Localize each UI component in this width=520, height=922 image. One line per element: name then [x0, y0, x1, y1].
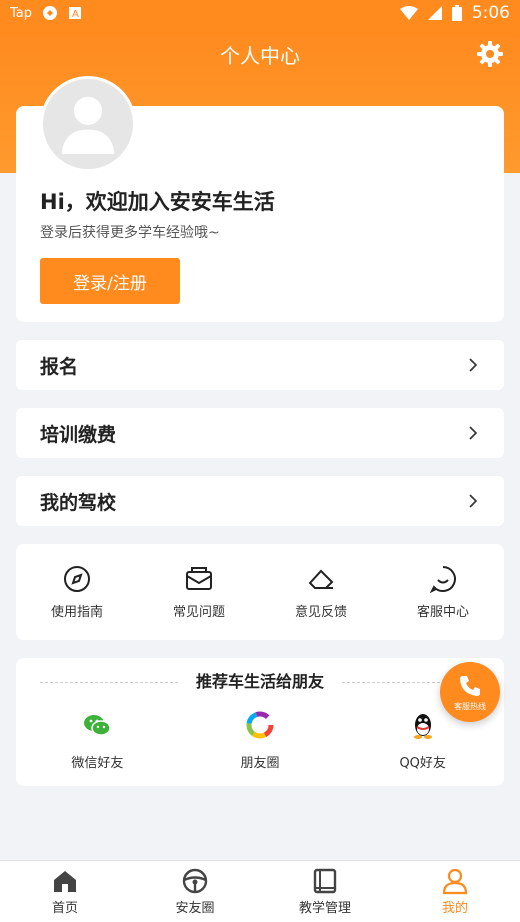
status-bar: Tap A 5:06: [0, 0, 520, 26]
menu-row-my-school[interactable]: 我的驾校: [16, 476, 504, 526]
moments-icon: [246, 711, 274, 739]
menu-row-training-fee[interactable]: 培训缴费: [16, 408, 504, 458]
status-time: 5:06: [471, 3, 510, 23]
share-wechat-friend[interactable]: 微信好友: [16, 710, 179, 771]
menu-row-signup[interactable]: 报名: [16, 340, 504, 390]
service-customer-center[interactable]: 客服中心: [382, 544, 504, 640]
compass-icon: [64, 565, 90, 592]
tab-label: 首页: [51, 901, 78, 916]
book-icon: [313, 868, 337, 894]
tab-mine[interactable]: 我的: [390, 861, 520, 922]
service-feedback[interactable]: 意见反馈: [260, 544, 382, 640]
menu-row-label: 报名: [40, 355, 79, 378]
share-label: QQ好友: [399, 756, 446, 771]
service-label: 常见问题: [172, 604, 225, 620]
bottom-tab-bar: 首页 安友圈 教学管理 我的: [0, 860, 520, 922]
tab-label: 安友圈: [175, 901, 215, 916]
qq-icon: [413, 714, 432, 739]
sync-icon: [42, 5, 58, 21]
share-moments[interactable]: 朋友圈: [179, 710, 342, 771]
wechat-icon: [84, 715, 112, 736]
avatar[interactable]: [40, 76, 136, 172]
tab-label: 我的: [441, 901, 468, 916]
chat-icon: [429, 565, 456, 593]
services-grid: 使用指南 常见问题 意见反馈 客服中心: [16, 544, 504, 640]
service-guide[interactable]: 使用指南: [16, 544, 138, 640]
share-label: 朋友圈: [240, 756, 280, 771]
share-title: 推荐车生活给朋友: [195, 672, 324, 691]
login-register-button[interactable]: 登录/注册: [40, 258, 180, 304]
chevron-right-icon: [469, 358, 478, 372]
tab-label: 教学管理: [298, 901, 351, 916]
mail-icon: [186, 566, 212, 590]
page-title: 个人中心: [220, 43, 300, 68]
menu-row-label: 培训缴费: [40, 423, 117, 446]
share-card: 推荐车生活给朋友 微信好友 朋友圈 QQ好友: [16, 658, 504, 786]
hotline-button[interactable]: 客服热线: [440, 662, 500, 722]
service-label: 意见反馈: [294, 604, 347, 620]
menu-row-label: 我的驾校: [40, 491, 117, 514]
tab-home[interactable]: 首页: [0, 861, 130, 922]
phone-icon: [460, 675, 480, 696]
service-label: 使用指南: [50, 604, 103, 620]
welcome-subtitle: 登录后获得更多学车经验哦~: [40, 225, 220, 241]
user-icon: [442, 868, 468, 895]
welcome-text: Hi，欢迎加入安安车生活: [40, 190, 275, 214]
tab-teaching-management[interactable]: 教学管理: [260, 861, 390, 922]
battery-icon: [451, 5, 462, 21]
hotline-label: 客服热线: [454, 701, 486, 711]
service-label: 客服中心: [416, 604, 469, 620]
tab-friends-circle[interactable]: 安友圈: [130, 861, 260, 922]
share-label: 微信好友: [71, 756, 124, 771]
chevron-right-icon: [469, 426, 478, 440]
profile-card: Hi，欢迎加入安安车生活 登录后获得更多学车经验哦~ 登录/注册: [16, 76, 504, 322]
eraser-icon: [308, 569, 334, 589]
a-icon: A: [68, 6, 82, 20]
signal-icon: [427, 6, 442, 20]
steering-wheel-icon: [182, 868, 208, 894]
home-icon: [54, 871, 76, 892]
app-label: Tap: [10, 5, 33, 21]
settings-gear-icon[interactable]: [476, 40, 504, 68]
wifi-icon: [399, 6, 418, 20]
service-faq[interactable]: 常见问题: [138, 544, 260, 640]
svg-text:A: A: [72, 9, 79, 20]
chevron-right-icon: [469, 494, 478, 508]
